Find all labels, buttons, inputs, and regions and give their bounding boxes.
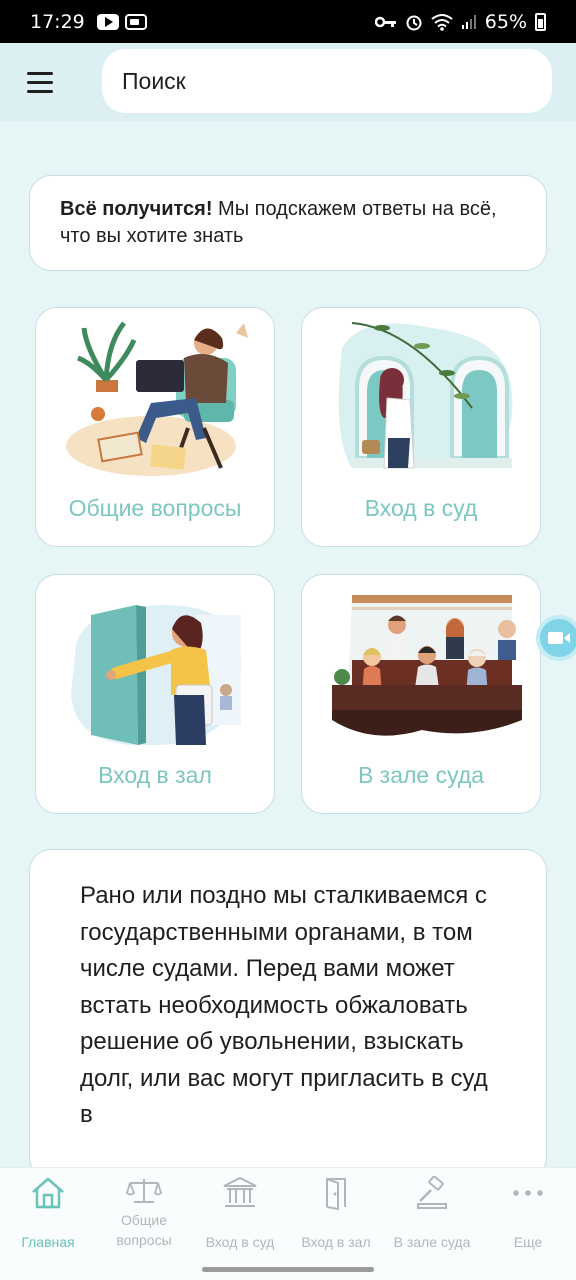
nav-in-courtroom[interactable]: В зале суда [384,1168,480,1263]
status-bar: 17:29 65% [0,0,576,43]
woman-at-court-entrance-illustration [338,322,513,469]
home-indicator[interactable] [202,1267,374,1272]
nav-hall-entrance[interactable]: Вход в зал [288,1168,384,1263]
signal-icon [461,14,476,29]
nav-court-entrance[interactable]: Вход в суд [192,1168,288,1263]
nav-label: Вход в суд [205,1234,275,1250]
tile-label: В зале суда [357,762,485,788]
battery-icon [535,12,546,31]
nav-label: Главная [21,1234,75,1250]
info-text-card: Рано или поздно мы сталкиваемся с госуда… [29,849,547,1179]
nav-home[interactable]: Главная [0,1168,96,1263]
nav-label: Общие вопросы [116,1212,172,1248]
tile-label: Вход в зал [98,762,212,788]
search-input[interactable]: Поиск [102,49,552,113]
tile-label: Общие вопросы [68,495,242,521]
nav-label: Вход в зал [301,1234,371,1250]
hamburger-icon [27,71,53,75]
woman-with-laptop-illustration [66,321,248,476]
search-placeholder: Поиск [122,67,186,94]
nav-general-questions[interactable]: Общие вопросы [96,1168,192,1263]
tile-in-courtroom[interactable]: В зале суда [301,574,541,814]
info-text: Рано или поздно мы сталкиваемся с госуда… [80,882,488,1128]
nav-more[interactable]: Еще [480,1168,576,1263]
video-call-button[interactable] [536,615,576,661]
key-icon [374,16,396,27]
battery-percent: 65% [484,10,527,33]
woman-opening-door-illustration [71,605,242,745]
top-app-bar: Поиск [0,43,576,121]
courtroom-audience-illustration [332,595,522,736]
courthouse-icon [223,1176,257,1207]
tile-label: Вход в суд [364,495,478,521]
home-icon [32,1177,64,1209]
tile-general-questions[interactable]: Общие вопросы [35,307,275,547]
menu-button[interactable] [20,65,60,99]
gavel-icon [417,1176,447,1209]
intro-card: Всё получится! Мы подскажем ответы на вс… [29,175,547,271]
status-time: 17:29 [30,10,85,33]
screen-record-icon [124,13,147,30]
tile-court-entrance[interactable]: Вход в суд [301,307,541,547]
youtube-icon [96,13,119,30]
wifi-icon [431,13,453,31]
intro-bold: Всё получится! [60,198,213,220]
nav-label: Еще [513,1234,543,1250]
video-camera-icon [548,632,570,644]
door-icon [326,1178,346,1210]
alarm-icon [406,15,422,30]
scales-icon [126,1179,162,1203]
tile-hall-entrance[interactable]: Вход в зал [35,574,275,814]
nav-label: В зале суда [393,1234,471,1250]
more-icon [513,1190,543,1196]
bottom-navigation: Главная Общие вопросы Вход в суд Вход в … [0,1167,576,1280]
